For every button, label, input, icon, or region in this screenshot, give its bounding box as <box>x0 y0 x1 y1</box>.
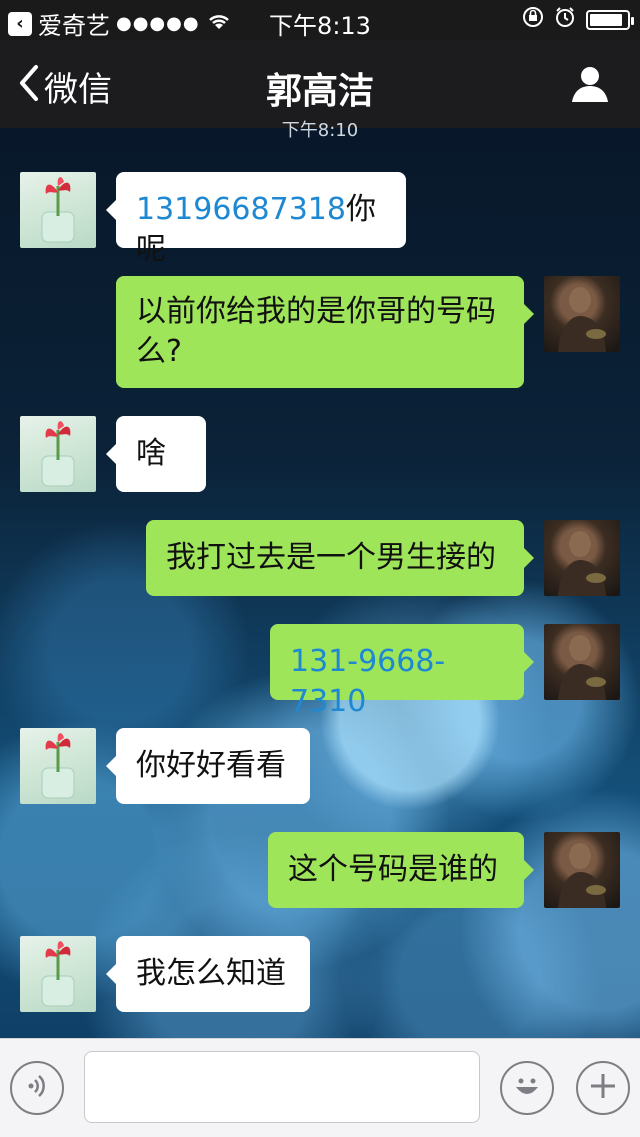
plus-icon <box>588 1071 618 1105</box>
status-bar: ‹ 爱奇艺 ●●●●● 下午8:13 <box>0 0 640 40</box>
my-avatar[interactable] <box>544 832 620 908</box>
voice-button[interactable] <box>10 1061 64 1115</box>
message-text: 啥 <box>136 436 166 471</box>
my-avatar[interactable] <box>544 520 620 596</box>
contact-avatar[interactable] <box>20 172 96 248</box>
battery-icon <box>586 10 634 30</box>
contact-avatar[interactable] <box>20 936 96 1012</box>
message-bubble[interactable]: 啥 <box>106 416 206 492</box>
chat-title: 郭高洁 <box>265 71 374 112</box>
message-input[interactable] <box>84 1051 480 1123</box>
message-text: 你好好看看 <box>136 748 286 783</box>
message-text: 我打过去是一个男生接的 <box>166 540 496 575</box>
more-button[interactable] <box>576 1061 630 1115</box>
input-toolbar <box>0 1038 640 1137</box>
message-text: 这个号码是谁的 <box>288 852 498 887</box>
rotation-lock-icon <box>522 6 544 34</box>
message-bubble[interactable]: 你好好看看 <box>106 728 310 804</box>
voice-icon <box>23 1072 51 1104</box>
message-text-line: 么? <box>136 334 182 369</box>
message-bubble[interactable]: 我打过去是一个男生接的 <box>146 520 534 596</box>
message-bubble[interactable]: 我怎么知道 <box>106 936 310 1012</box>
navigation-bar: 微信 郭高洁 <box>0 40 640 128</box>
message-text-line: 以前你给我的是你哥的号码 <box>136 294 496 329</box>
message-bubble[interactable]: 以前你给我的是你哥的号码 么? <box>116 276 534 388</box>
message-text: 我怎么知道 <box>136 956 286 991</box>
my-avatar[interactable] <box>544 624 620 700</box>
contact-avatar[interactable] <box>20 728 96 804</box>
message-bubble[interactable]: 这个号码是谁的 <box>268 832 534 908</box>
phone-link[interactable]: 13196687318 <box>136 192 346 227</box>
alarm-icon <box>554 6 576 34</box>
profile-icon[interactable] <box>570 64 610 104</box>
message-bubble[interactable]: 13196687318你呢 <box>106 172 406 267</box>
contact-avatar[interactable] <box>20 416 96 492</box>
emoji-button[interactable] <box>500 1061 554 1115</box>
message-bubble[interactable]: 131-9668-7310 <box>270 624 534 719</box>
message-timestamp: 下午8:10 <box>281 120 359 141</box>
my-avatar[interactable] <box>544 276 620 352</box>
emoji-icon <box>510 1069 544 1107</box>
